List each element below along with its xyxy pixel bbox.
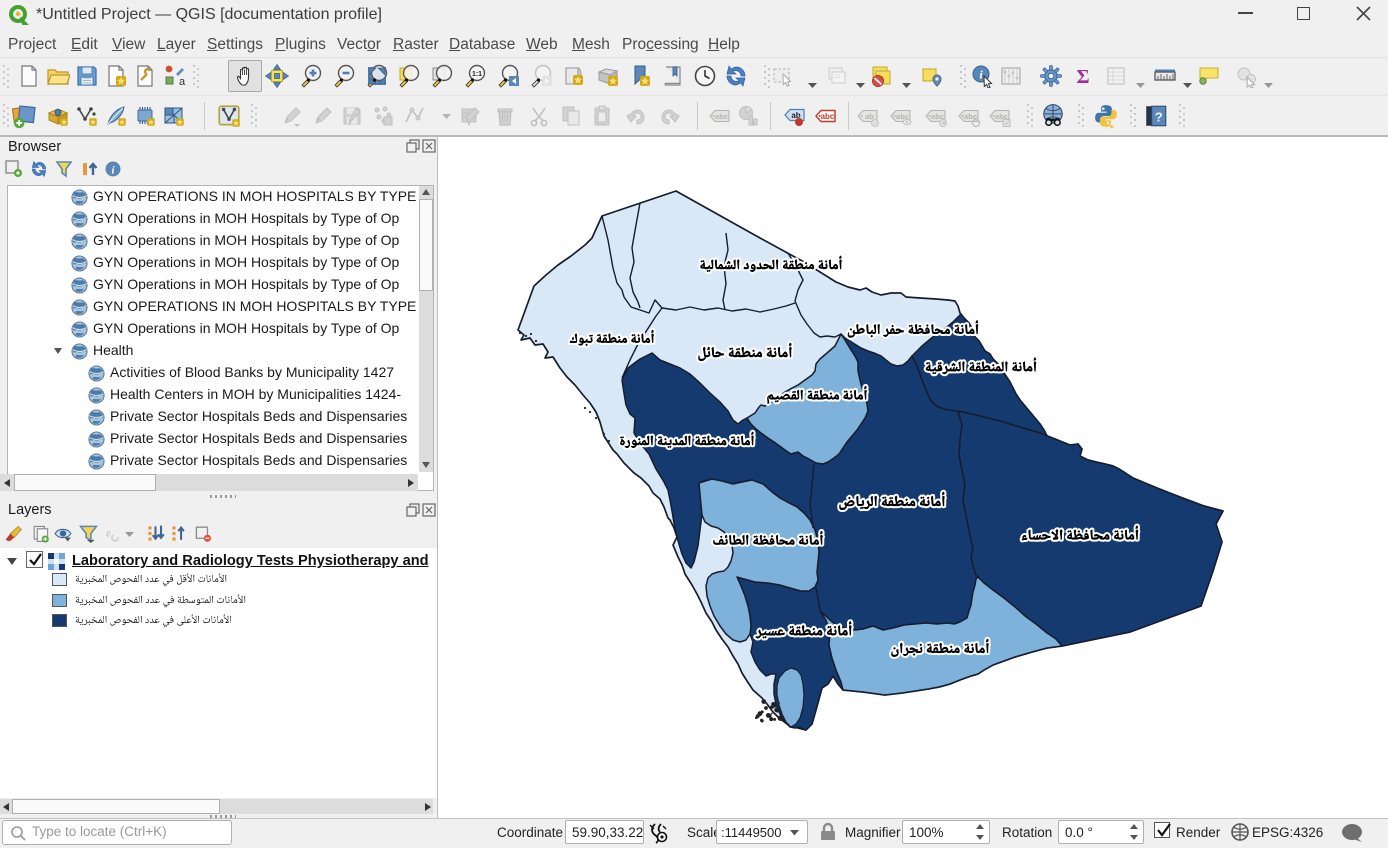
svg-text:abc: abc [821, 112, 835, 121]
svg-text:a: a [179, 76, 186, 88]
svg-text:?: ? [1155, 109, 1163, 124]
svg-text:abc: abc [715, 112, 728, 121]
svg-text:ab: ab [865, 112, 874, 121]
svg-text:Σ: Σ [1076, 66, 1089, 88]
svg-text:1:1: 1:1 [472, 71, 482, 78]
svg-text:ε: ε [106, 526, 111, 540]
